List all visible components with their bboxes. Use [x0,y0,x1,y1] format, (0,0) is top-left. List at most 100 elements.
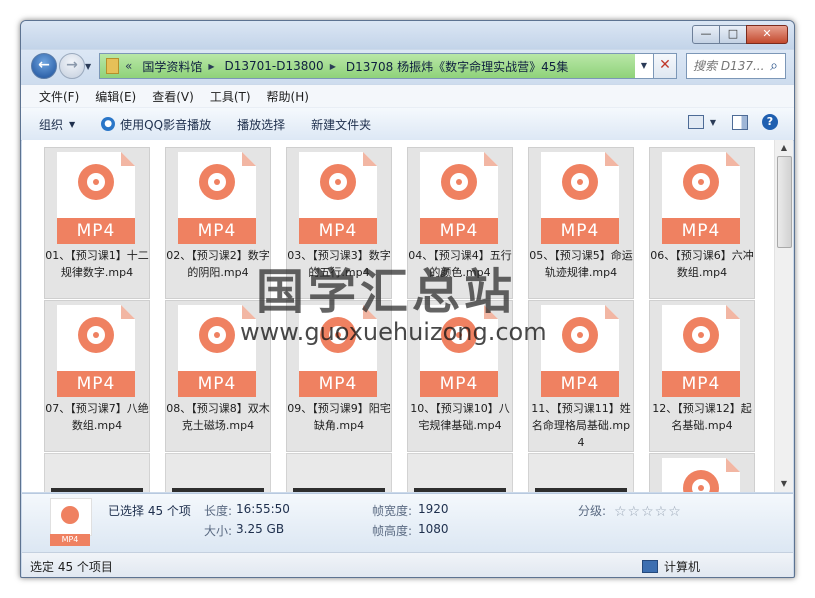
back-arrow-icon: ← [38,57,50,73]
mp4-file-icon: MP4 [662,152,740,244]
scroll-up-icon[interactable]: ▲ [775,140,793,156]
file-name: 06、【预习课6】六冲数组.mp4 [650,249,754,279]
file-item[interactable]: MP4 01、【预习课1】十二规律数字.mp4 [44,147,150,299]
scroll-down-icon[interactable]: ▼ [775,476,793,492]
mp4-file-icon: MP4 [541,305,619,397]
video-thumbnail[interactable] [165,453,271,492]
file-type-badge: MP4 [541,371,619,397]
close-button[interactable]: ✕ [746,25,788,44]
rating-stars[interactable]: ☆☆☆☆☆ [614,504,682,520]
computer-icon [642,560,658,573]
mp4-file-icon [662,458,740,492]
file-name: 08、【预习课8】双木克土磁场.mp4 [166,402,270,432]
file-name: 10、【预习课10】八宅规律基础.mp4 [410,402,510,432]
status-location-label: 计算机 [664,560,701,574]
size-label: 大小: [204,524,233,538]
search-input[interactable] [693,59,765,73]
folder-icon [106,58,119,74]
file-type-badge: MP4 [57,218,135,244]
file-name: 09、【预习课9】阳宅缺角.mp4 [287,402,391,432]
video-thumbnail[interactable] [528,453,634,492]
file-item[interactable]: MP4 12、【预习课12】起名基础.mp4 [649,300,755,452]
file-name: 01、【预习课1】十二规律数字.mp4 [45,249,149,279]
file-type-badge: MP4 [178,371,256,397]
file-item[interactable] [649,453,755,492]
mp4-file-icon: MP4 [662,305,740,397]
length-label: 长度: [204,504,233,518]
mp4-file-icon: MP4 [420,152,498,244]
play-with-qq-button[interactable]: ● 使用QQ影音播放 [101,116,211,133]
mp4-file-icon: MP4 [541,152,619,244]
file-type-badge: MP4 [57,371,135,397]
file-item[interactable]: MP4 05、【预习课5】命运轨迹规律.mp4 [528,147,634,299]
mp4-file-icon: MP4 [299,152,377,244]
breadcrumb-range[interactable]: D13701-D13800 [225,59,324,73]
status-bar: 选定 45 个项目 计算机 [22,552,793,577]
maximize-button[interactable]: □ [719,25,747,44]
recent-pages-dropdown-icon[interactable]: ▼ [85,62,91,71]
minimize-button[interactable]: — [692,25,720,44]
forward-arrow-icon: → [66,57,78,73]
address-stop-icon[interactable]: ✕ [653,53,677,79]
rating-label: 分级: [578,504,607,518]
view-dropdown-icon[interactable]: ▼ [710,118,716,127]
breadcrumb-root[interactable]: 国学资料馆 [142,58,202,75]
file-name: 02、【预习课2】数字的阴阳.mp4 [166,249,270,279]
frame-height-label: 帧高度: [372,524,413,538]
file-name: 11、【预习课11】姓名命理格局基础.mp4 [531,402,631,449]
breadcrumb-separator-icon[interactable]: ▶ [330,62,336,71]
frame-height-value: 1080 [418,522,449,536]
size-value: 3.25 GB [236,522,285,536]
address-bar[interactable]: « 国学资料馆 ▶ D13701-D13800 ▶ D13708 杨振炜《数字命… [99,53,654,79]
address-dropdown-icon[interactable]: ▼ [635,54,653,78]
search-box[interactable]: ⌕ [686,53,786,79]
breadcrumb-current[interactable]: D13708 杨振炜《数字命理实战营》45集 [346,58,569,75]
play-with-qq-label: 使用QQ影音播放 [120,117,212,132]
file-item[interactable]: MP4 07、【预习课7】八绝数组.mp4 [44,300,150,452]
selection-count: 已选择 45 个项 [108,504,191,518]
frame-width-value: 1920 [418,502,449,516]
menu-view[interactable]: 查看(V) [152,88,194,105]
menu-help[interactable]: 帮助(H) [267,88,309,105]
file-name: 05、【预习课5】命运轨迹规律.mp4 [529,249,633,279]
back-button[interactable]: ← [31,53,57,79]
mp4-file-icon: MP4 [57,152,135,244]
scrollbar-thumb[interactable] [777,156,792,248]
file-type-badge: MP4 [662,218,740,244]
status-location: 计算机 [642,558,700,575]
watermark-url: www.guoxuehuizong.com [240,318,547,346]
file-name: 12、【预习课12】起名基础.mp4 [652,402,752,432]
qq-player-icon: ● [101,117,116,131]
status-selection-text: 选定 45 个项目 [30,560,113,574]
menu-tools[interactable]: 工具(T) [210,88,251,105]
search-icon[interactable]: ⌕ [765,58,783,74]
view-options-icon[interactable] [687,115,704,129]
file-type-badge: MP4 [178,218,256,244]
mp4-file-icon: MP4 [50,498,92,546]
chevron-down-icon: ▼ [69,119,76,129]
forward-button[interactable]: → [59,53,85,79]
organize-button[interactable]: 组织 ▼ [39,116,75,133]
file-type-badge: MP4 [299,218,377,244]
file-item[interactable]: MP4 06、【预习课6】六冲数组.mp4 [649,147,755,299]
help-icon[interactable]: ? [762,114,778,130]
menu-edit[interactable]: 编辑(E) [95,88,136,105]
preview-pane-icon[interactable] [732,114,748,130]
file-type-badge: MP4 [541,218,619,244]
mp4-file-icon: MP4 [178,152,256,244]
vertical-scrollbar[interactable]: ▲ ▼ [774,140,793,492]
title-bar[interactable]: — □ ✕ [21,21,794,49]
frame-width-label: 帧宽度: [372,504,413,518]
organize-label: 组织 [39,117,64,132]
video-thumbnail[interactable] [407,453,513,492]
play-selection-button[interactable]: 播放选择 [237,116,285,133]
menu-bar: 文件(F) 编辑(E) 查看(V) 工具(T) 帮助(H) [21,85,794,107]
address-overflow-icon[interactable]: « [125,59,132,73]
breadcrumb-separator-icon[interactable]: ▶ [208,62,214,71]
menu-file[interactable]: 文件(F) [39,88,79,105]
video-thumbnail[interactable] [286,453,392,492]
new-folder-button[interactable]: 新建文件夹 [311,116,371,133]
navigation-row: ← → ▼ « 国学资料馆 ▶ D13701-D13800 ▶ D13708 杨… [21,50,794,84]
video-thumbnail[interactable] [44,453,150,492]
file-type-badge: MP4 [50,534,90,546]
